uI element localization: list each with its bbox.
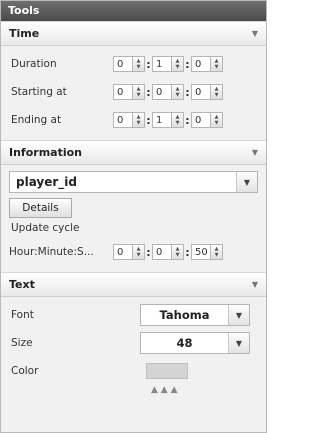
time-section-body: Duration 0 ▲ ▼ : 1 ▲ ▼ : 0 ▲ ▼ Starting at …	[1, 46, 266, 140]
spinner-arrows-icon[interactable]: ▲ ▼	[133, 56, 145, 72]
tools-panel: Tools Time ▼ Duration 0 ▲ ▼ : 1 ▲ ▼ : 0 ▲ ▼…	[0, 0, 267, 433]
starting-hours-field[interactable]: 0	[113, 84, 133, 100]
colon-separator: :	[185, 245, 190, 259]
information-section-body: player_id ▼ Details Update cycle Hour:Mi…	[1, 171, 266, 272]
section-title-time: Time	[9, 27, 40, 40]
chevron-down-icon[interactable]: ▼	[228, 333, 249, 353]
details-button[interactable]: Details	[9, 198, 72, 218]
colon-separator: :	[146, 113, 151, 127]
ending-hours-field[interactable]: 0	[113, 112, 133, 128]
chevron-down-icon[interactable]: ▼	[236, 172, 257, 192]
collapse-triangle-icon[interactable]: ▼	[252, 280, 258, 289]
duration-minutes-field[interactable]: 1	[152, 56, 172, 72]
colon-separator: :	[185, 113, 190, 127]
colon-separator: :	[146, 245, 151, 259]
panel-title: Tools	[1, 1, 266, 21]
size-label: Size	[11, 337, 33, 349]
font-row: Font Tahoma ▼	[1, 301, 266, 329]
spinner-arrows-icon[interactable]: ▲ ▼	[133, 112, 145, 128]
section-header-text[interactable]: Text ▼	[1, 272, 266, 297]
spinner-arrows-icon[interactable]: ▲ ▼	[211, 244, 223, 260]
colon-separator: :	[146, 85, 151, 99]
spinner-arrows-icon[interactable]: ▲ ▼	[211, 56, 223, 72]
starting-seconds-field[interactable]: 0	[191, 84, 211, 100]
duration-row: Duration 0 ▲ ▼ : 1 ▲ ▼ : 0 ▲ ▼	[1, 50, 266, 78]
ending-at-row: Ending at 0 ▲ ▼ : 1 ▲ ▼ : 0 ▲ ▼	[1, 106, 266, 134]
spinner-arrows-icon[interactable]: ▲ ▼	[172, 84, 184, 100]
ending-seconds-field[interactable]: 0	[191, 112, 211, 128]
duration-hours-field[interactable]: 0	[113, 56, 133, 72]
collapse-triangle-icon[interactable]: ▼	[252, 148, 258, 157]
spinner-arrows-icon[interactable]: ▲ ▼	[211, 84, 223, 100]
spinner-arrows-icon[interactable]: ▲ ▼	[172, 244, 184, 260]
font-select-value: Tahoma	[159, 308, 210, 322]
spinner-arrows-icon[interactable]: ▲ ▼	[211, 112, 223, 128]
duration-seconds-field[interactable]: 0	[191, 56, 211, 72]
update-cycle-label: Update cycle	[11, 222, 80, 234]
size-select-value: 48	[176, 336, 193, 350]
starting-minutes-field[interactable]: 0	[152, 84, 172, 100]
section-title-text: Text	[9, 278, 35, 291]
duration-label: Duration	[11, 58, 57, 70]
size-row: Size 48 ▼	[1, 329, 266, 357]
spinner-arrows-icon[interactable]: ▲ ▼	[133, 84, 145, 100]
update-hours-field[interactable]: 0	[113, 244, 133, 260]
starting-at-label: Starting at	[11, 86, 67, 98]
ending-at-label: Ending at	[11, 114, 62, 126]
color-row: Color	[1, 357, 266, 385]
section-header-information[interactable]: Information ▼	[1, 140, 266, 165]
text-section-body: Font Tahoma ▼ Size 48 ▼ Color ▲ ▲ ▲	[1, 297, 266, 401]
spinner-arrows-icon[interactable]: ▲ ▼	[172, 112, 184, 128]
font-label: Font	[11, 309, 34, 321]
color-label: Color	[11, 365, 39, 377]
ending-minutes-field[interactable]: 1	[152, 112, 172, 128]
size-select[interactable]: 48 ▼	[140, 332, 250, 354]
section-title-information: Information	[9, 146, 82, 159]
color-swatch[interactable]	[146, 363, 188, 379]
update-seconds-field[interactable]: 50	[191, 244, 211, 260]
spinner-arrows-icon[interactable]: ▲ ▼	[172, 56, 184, 72]
cut-off-row: ▲ ▲ ▲	[151, 385, 178, 395]
update-minutes-field[interactable]: 0	[152, 244, 172, 260]
section-header-time[interactable]: Time ▼	[1, 21, 266, 46]
chevron-down-icon[interactable]: ▼	[228, 305, 249, 325]
colon-separator: :	[185, 57, 190, 71]
information-select[interactable]: player_id ▼	[9, 171, 258, 193]
collapse-triangle-icon[interactable]: ▼	[252, 29, 258, 38]
colon-separator: :	[146, 57, 151, 71]
colon-separator: :	[185, 85, 190, 99]
spinner-arrows-icon[interactable]: ▲ ▼	[133, 244, 145, 260]
font-select[interactable]: Tahoma ▼	[140, 304, 250, 326]
information-select-value: player_id	[16, 175, 78, 189]
hms-label: Hour:Minute:S...	[9, 246, 94, 258]
starting-at-row: Starting at 0 ▲ ▼ : 0 ▲ ▼ : 0 ▲ ▼	[1, 78, 266, 106]
hms-row: Hour:Minute:S... 0 ▲ ▼ : 0 ▲ ▼ : 50 ▲ ▼	[1, 238, 266, 266]
